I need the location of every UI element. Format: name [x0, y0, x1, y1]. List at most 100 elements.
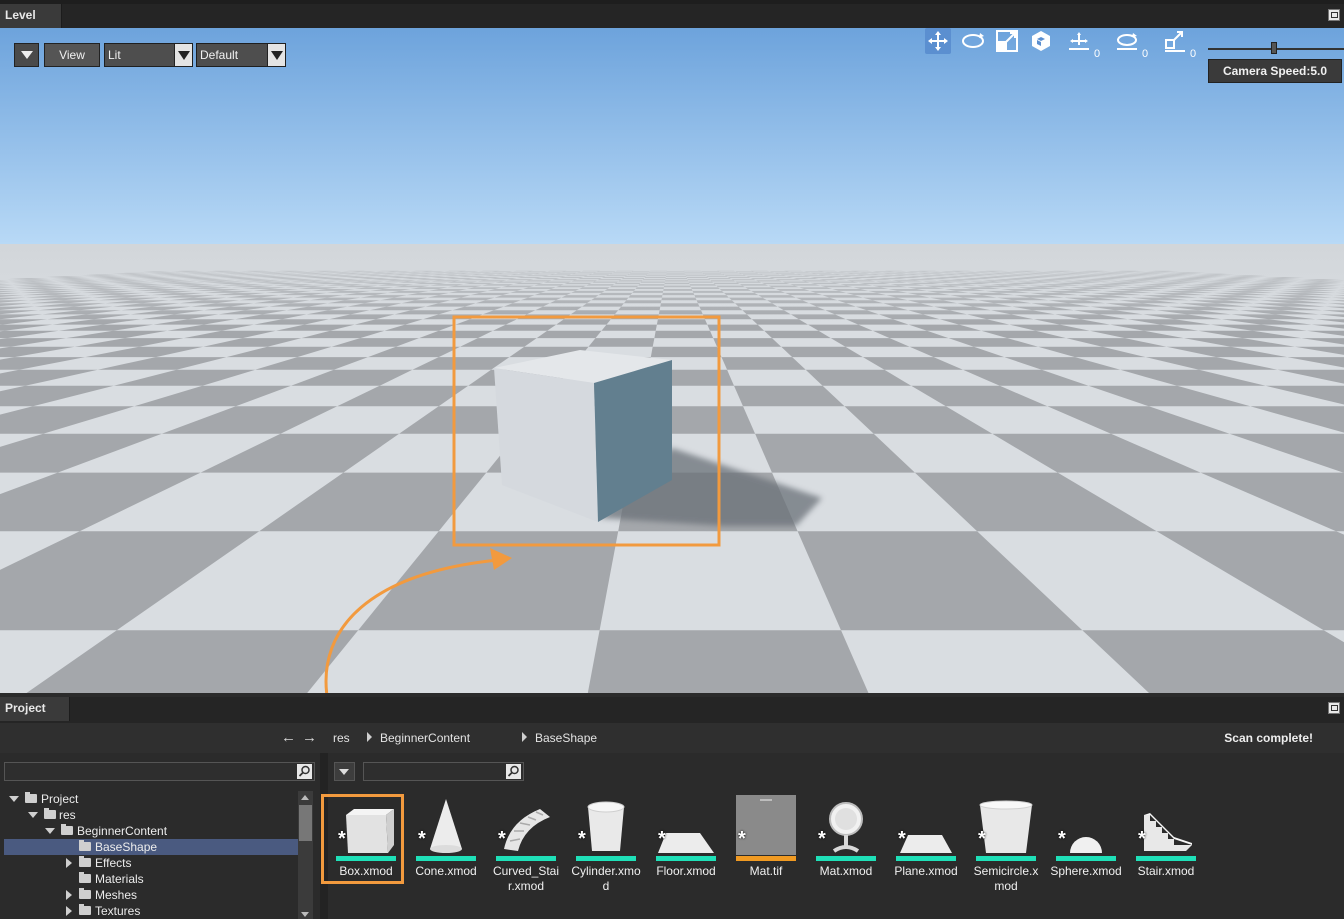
tree-scrollbar[interactable]: [298, 791, 313, 919]
camera-speed-slider-handle[interactable]: [1271, 42, 1277, 54]
asterisk-icon: *: [418, 828, 426, 850]
tab-level[interactable]: Level: [0, 4, 62, 28]
tree-item-baseshape[interactable]: BaseShape: [4, 839, 300, 855]
breadcrumb-separator-icon: [522, 732, 527, 742]
asset-type-tag: [576, 856, 636, 861]
translate-snap-icon[interactable]: [1066, 28, 1092, 54]
expand-toggle-icon[interactable]: [9, 796, 19, 802]
pin-icon[interactable]: [1328, 702, 1340, 714]
asset-floor-xmod[interactable]: * Floor.xmod: [650, 795, 730, 889]
asset-search-input[interactable]: [363, 762, 524, 781]
camera-preset-value: Default: [200, 48, 239, 62]
asset-curved-stair-xmod[interactable]: * Curved_Stair.xmod: [490, 795, 570, 893]
forward-arrow-icon[interactable]: →: [302, 729, 317, 746]
asset-plane-xmod[interactable]: * Plane.xmod: [890, 795, 970, 889]
scale-snap-icon[interactable]: [1162, 28, 1188, 54]
asset-label: Sphere.xmod: [1050, 864, 1122, 878]
asset-label: Curved_Stair.xmod: [492, 864, 560, 893]
scroll-down-icon[interactable]: [301, 912, 309, 917]
tree-item-materials[interactable]: Materials: [4, 871, 300, 887]
asset-mat-xmod[interactable]: * Mat.xmod: [810, 795, 890, 889]
folder-icon: [79, 856, 91, 867]
asset-type-tag: [416, 856, 476, 861]
asset-mat-tif[interactable]: * Mat.tif: [730, 795, 810, 889]
world-local-icon[interactable]: [1028, 28, 1054, 54]
breadcrumb-separator-icon: [367, 732, 372, 742]
asset-label: Mat.tif: [749, 864, 783, 878]
search-icon[interactable]: [297, 764, 312, 779]
folder-open-icon: [79, 840, 91, 851]
floor-tile: [588, 338, 655, 347]
floor-tile: [721, 357, 806, 370]
asset-label: Cylinder.xmod: [571, 864, 641, 893]
camera-preset-select[interactable]: Default: [196, 43, 286, 67]
asterisk-icon: *: [1058, 828, 1066, 850]
folder-icon: [79, 888, 91, 899]
asset-type-tag: [816, 856, 876, 861]
lighting-mode-select[interactable]: Lit: [104, 43, 193, 67]
level-viewport[interactable]: View Lit Default 0 0 0 Camera Speed:5.0: [0, 28, 1344, 693]
asterisk-icon: *: [978, 828, 986, 850]
floor-tile: [707, 324, 765, 331]
asset-label: Plane.xmod: [894, 864, 958, 878]
expand-toggle-icon[interactable]: [28, 812, 38, 818]
expand-toggle-icon[interactable]: [45, 828, 55, 834]
expand-toggle-icon[interactable]: [66, 890, 72, 900]
rotate-snap-count: 0: [1142, 48, 1149, 60]
tree-item-label: Effects: [95, 856, 132, 870]
pin-icon[interactable]: [1328, 9, 1340, 21]
scene-render: [0, 28, 1344, 693]
tree-item-effects[interactable]: Effects: [4, 855, 300, 871]
translate-snap-count: 0: [1094, 48, 1101, 60]
tree-item-project[interactable]: Project: [4, 791, 300, 807]
asset-cylinder-xmod[interactable]: * Cylinder.xmod: [570, 795, 650, 893]
expand-toggle-icon[interactable]: [66, 906, 72, 916]
breadcrumb-beginnercontent[interactable]: BeginnerContent: [380, 731, 470, 745]
scroll-up-icon[interactable]: [301, 795, 309, 800]
chevron-down-icon[interactable]: [174, 44, 192, 66]
tree-item-label: Materials: [95, 872, 144, 886]
asset-type-tag: [736, 856, 796, 861]
asset-type-tag: [1136, 856, 1196, 861]
asterisk-icon: *: [818, 828, 826, 850]
asset-label: Cone.xmod: [415, 864, 477, 878]
asset-stair-xmod[interactable]: * Stair.xmod: [1130, 795, 1210, 889]
asset-semicircle-xmod[interactable]: * Semicircle.xmod: [970, 795, 1050, 893]
tree-item-beginnercontent[interactable]: BeginnerContent: [4, 823, 300, 839]
breadcrumb-baseshape[interactable]: BaseShape: [535, 731, 597, 745]
asterisk-icon: *: [1138, 828, 1146, 850]
tree-item-meshes[interactable]: Meshes: [4, 887, 300, 903]
asset-label: Mat.xmod: [819, 864, 873, 878]
asset-filter-dropdown[interactable]: [334, 762, 355, 781]
search-icon[interactable]: [506, 764, 521, 779]
scrollbar-thumb[interactable]: [299, 805, 312, 841]
scale-tool-icon[interactable]: [994, 28, 1020, 54]
tree-search-input[interactable]: [4, 762, 315, 781]
camera-speed-readout: Camera Speed:5.0: [1208, 59, 1342, 83]
move-tool-icon[interactable]: [925, 28, 951, 54]
tree-item-res[interactable]: res: [4, 807, 300, 823]
back-arrow-icon[interactable]: ←: [281, 729, 296, 746]
asset-grid-pane: * Box.xmod * Cone.xmod * Curved_Stair.xm…: [328, 753, 1344, 919]
tree-item-textures[interactable]: Textures: [4, 903, 300, 919]
tab-project[interactable]: Project: [0, 697, 70, 721]
project-tab-bar: Project: [0, 697, 1344, 723]
lighting-mode-value: Lit: [108, 48, 121, 62]
tree-item-label: res: [59, 808, 76, 822]
chevron-down-icon[interactable]: [267, 44, 285, 66]
breadcrumb-res[interactable]: res: [333, 731, 350, 745]
scale-snap-count: 0: [1190, 48, 1197, 60]
floor-tile: [601, 324, 657, 331]
asset-highlight-frame: [321, 794, 404, 884]
folder-tree-pane: Project res BeginnerContent BaseShape Ef…: [0, 753, 320, 919]
rotate-tool-icon[interactable]: [960, 28, 986, 54]
level-tab-bar: Level: [0, 0, 1344, 28]
rotate-snap-icon[interactable]: [1114, 28, 1140, 54]
asset-cone-xmod[interactable]: * Cone.xmod: [410, 795, 490, 889]
viewport-filter-button[interactable]: [14, 43, 39, 67]
floor-tile: [650, 346, 722, 358]
expand-toggle-icon[interactable]: [66, 858, 72, 868]
asset-sphere-xmod[interactable]: * Sphere.xmod: [1050, 795, 1130, 889]
horizon-haze: [0, 244, 1344, 324]
view-button[interactable]: View: [44, 43, 100, 67]
